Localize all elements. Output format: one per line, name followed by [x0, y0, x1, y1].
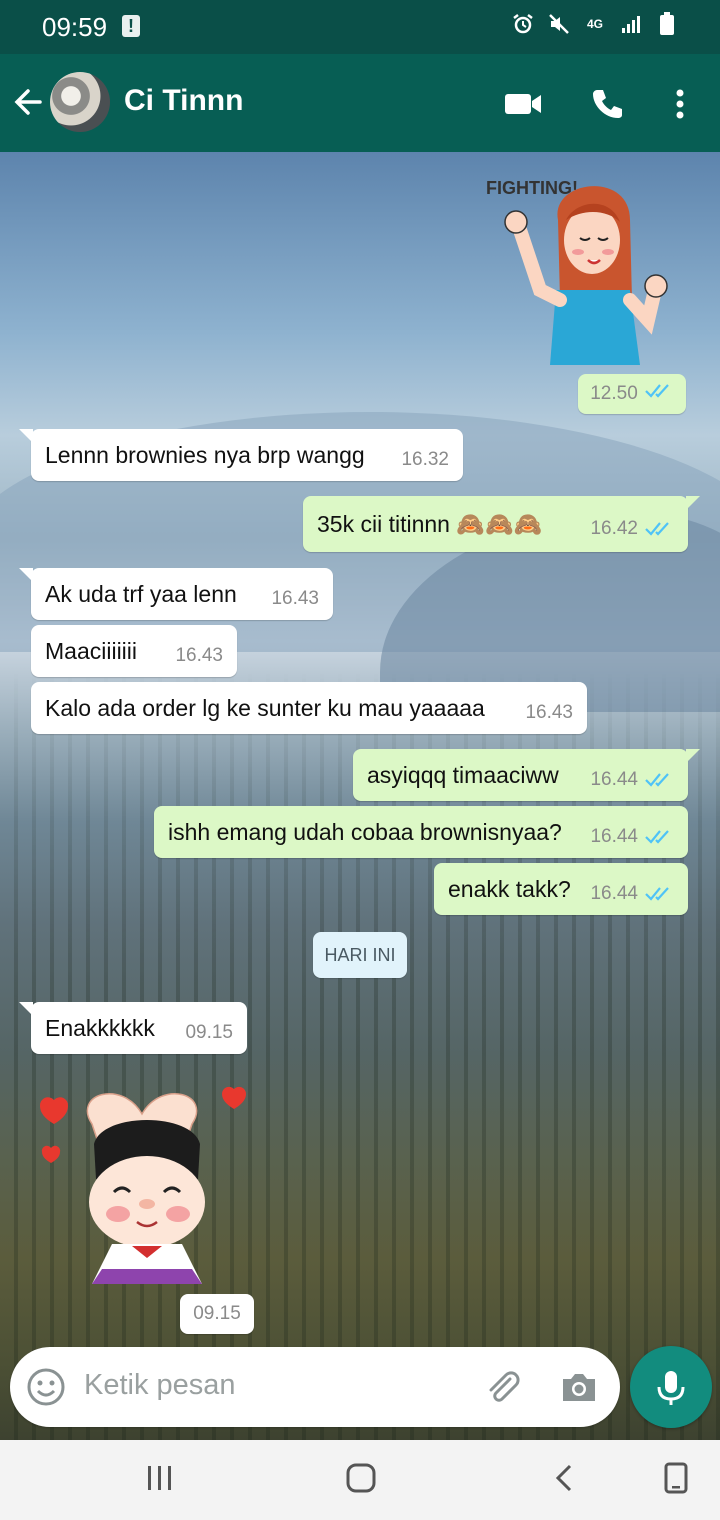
message-input[interactable]: Ketik pesan: [84, 1369, 236, 1402]
message-composer[interactable]: Ketik pesan: [10, 1347, 620, 1427]
status-time: 09:59: [42, 12, 108, 42]
message-text: enakk takk?: [448, 875, 571, 902]
message-bubble-outgoing[interactable]: ishh emang udah cobaa brownisnyaa? 16.44: [154, 806, 688, 858]
message-text: Lennn brownies nya brp wangg: [45, 441, 365, 468]
fighting-sticker[interactable]: FIGHTING!: [480, 160, 680, 370]
message-time: 16.43: [525, 702, 573, 723]
message-text: Maaciiiiiii: [45, 637, 138, 664]
message-bubble-incoming[interactable]: Ak uda trf yaa lenn 16.43: [19, 568, 333, 620]
video-call-icon[interactable]: [503, 84, 543, 124]
back-icon[interactable]: [544, 1458, 584, 1498]
message-bubble-incoming[interactable]: Lennn brownies nya brp wangg 16.32: [19, 429, 463, 481]
message-bubble-incoming[interactable]: Maaciiiiiii 16.43: [31, 625, 237, 677]
mic-icon: [657, 1371, 685, 1405]
message-text: Ak uda trf yaa lenn: [45, 580, 237, 607]
chat-area[interactable]: FIGHTING! 12.50 Lennn brownies nya brp w…: [0, 152, 720, 1440]
battery-icon: [656, 12, 678, 36]
chat-header: Ci Tinnn: [0, 54, 720, 152]
voice-call-icon[interactable]: [587, 84, 627, 124]
heart-sticker[interactable]: [32, 1084, 262, 1284]
avatar[interactable]: [50, 72, 110, 132]
message-time: 16.42: [590, 518, 638, 539]
read-ticks-icon: [644, 510, 674, 538]
mute-icon: [548, 12, 570, 36]
home-icon[interactable]: [341, 1458, 381, 1498]
message-text: Kalo ada order lg ke sunter ku mau yaaaa…: [45, 694, 485, 721]
mic-button[interactable]: [630, 1346, 712, 1428]
message-text: Enakkkkkk: [45, 1014, 155, 1041]
attach-icon[interactable]: [482, 1367, 522, 1407]
message-bubble-outgoing[interactable]: enakk takk? 16.44: [434, 863, 688, 915]
message-time: 16.44: [590, 883, 638, 904]
message-bubble-outgoing[interactable]: 35k cii titinnn 🙈🙈🙈 16.42: [303, 496, 700, 552]
message-bubble-outgoing[interactable]: asyiqqq timaaciww 16.44: [353, 749, 700, 801]
back-arrow-icon[interactable]: [10, 84, 46, 120]
contact-name[interactable]: Ci Tinnn: [124, 84, 243, 118]
alert-icon: !: [122, 15, 140, 37]
message-bubble-incoming[interactable]: Kalo ada order lg ke sunter ku mau yaaaa…: [31, 682, 587, 734]
read-ticks-icon: [644, 382, 674, 406]
alarm-icon: [512, 12, 534, 36]
day-separator: HARI INI: [313, 932, 407, 978]
status-bar: 09:59 ! 4G: [0, 0, 720, 54]
camera-icon[interactable]: [559, 1367, 599, 1407]
message-time: 16.32: [401, 449, 449, 470]
message-time: 16.43: [175, 645, 223, 666]
message-time: 16.44: [590, 769, 638, 790]
keyboard-toggle-icon[interactable]: [656, 1458, 696, 1498]
sticker-fighting-text: FIGHTING!: [486, 178, 578, 198]
message-time: 16.44: [590, 826, 638, 847]
recent-apps-icon[interactable]: [140, 1458, 180, 1498]
message-text: asyiqqq timaaciww: [367, 761, 559, 788]
more-options-icon[interactable]: [660, 84, 700, 124]
message-time: 09.15: [185, 1022, 233, 1043]
message-time: 16.43: [271, 588, 319, 609]
message-text: ishh emang udah cobaa brownisnyaa?: [168, 818, 562, 845]
sticker-timestamp: 12.50: [578, 374, 686, 414]
read-ticks-icon: [644, 761, 674, 789]
network-4g-icon: 4G: [586, 17, 603, 31]
emoji-icon[interactable]: [26, 1367, 66, 1407]
message-text: 35k cii titinnn 🙈🙈🙈: [317, 510, 543, 537]
signal-icon: [620, 12, 642, 36]
read-ticks-icon: [644, 875, 674, 903]
message-bubble-incoming[interactable]: Enakkkkkk 09.15: [19, 1002, 247, 1054]
read-ticks-icon: [644, 818, 674, 846]
sticker-timestamp: 09.15: [180, 1294, 254, 1334]
